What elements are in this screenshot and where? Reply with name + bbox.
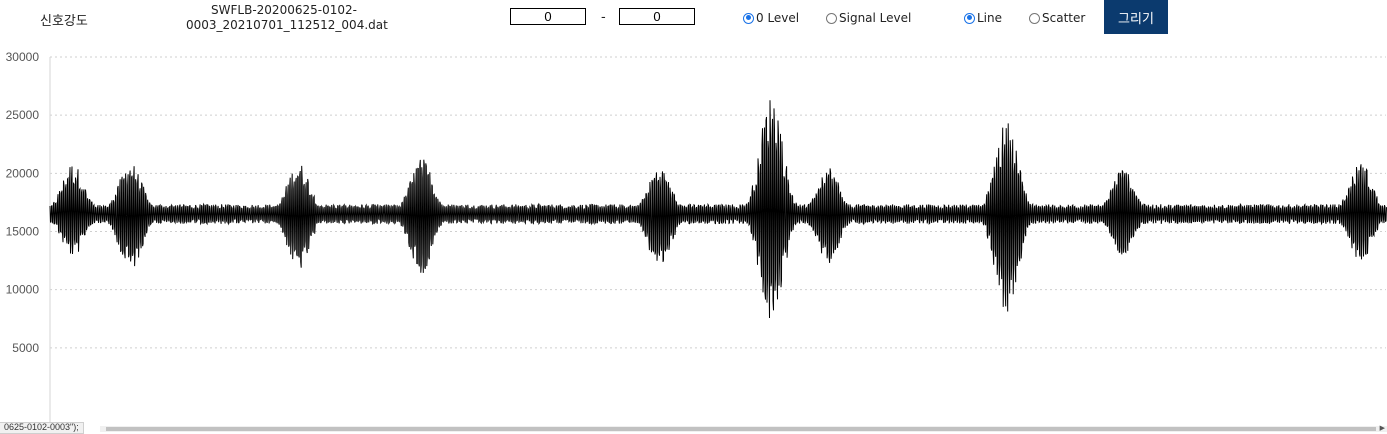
zero-level-radio[interactable]: 0 Level <box>743 11 799 25</box>
scatter-radio-indicator[interactable] <box>1029 12 1040 24</box>
y-tick-label-20000: 20000 <box>6 166 40 180</box>
draw-button[interactable]: 그리기 <box>1104 0 1168 34</box>
y-tick-label-15000: 15000 <box>6 225 40 239</box>
signal-series-line <box>49 100 1387 319</box>
range-start-input[interactable] <box>510 8 586 25</box>
chart-gridlines <box>50 56 1386 349</box>
scatter-label: Scatter <box>1042 11 1086 25</box>
scroll-right-arrow-icon[interactable]: ▶ <box>1380 424 1385 432</box>
status-tooltip: 0625-0102-0003"); <box>0 422 84 434</box>
line-radio-indicator[interactable] <box>964 12 975 24</box>
y-tick-label-10000: 10000 <box>6 283 40 297</box>
signal-level-label: Signal Level <box>839 11 912 25</box>
y-tick-label-25000: 25000 <box>6 108 40 122</box>
line-radio[interactable]: Line <box>964 11 1002 25</box>
line-label: Line <box>977 11 1003 25</box>
y-tick-label-30000: 30000 <box>6 50 40 64</box>
toolbar: 신호강도 SWFLB-20200625-0102- 0003_20210701_… <box>0 0 1387 44</box>
zero-level-radio-indicator[interactable] <box>743 12 754 24</box>
zero-level-label: 0 Level <box>756 11 800 25</box>
signal-level-radio-indicator[interactable] <box>826 12 837 24</box>
scatter-radio[interactable]: Scatter <box>1029 11 1085 25</box>
horizontal-scrollbar[interactable]: ▶ <box>100 424 1387 432</box>
signal-strength-label: 신호강도 <box>40 14 88 29</box>
scrollbar-thumb[interactable] <box>106 427 1376 431</box>
file-name: SWFLB-20200625-0102- 0003_20210701_11251… <box>186 3 388 33</box>
range-separator: - <box>601 10 606 25</box>
signal-chart: 5000 10000 15000 20000 25000 30000 <box>6 50 1387 422</box>
range-end-input[interactable] <box>619 8 695 25</box>
signal-level-radio[interactable]: Signal Level <box>826 11 911 25</box>
file-name-line-2: 0003_20210701_112512_004.dat <box>186 18 388 32</box>
y-tick-label-5000: 5000 <box>12 341 39 355</box>
file-name-line-1: SWFLB-20200625-0102- <box>211 3 357 17</box>
y-axis-ticks: 5000 10000 15000 20000 25000 30000 <box>6 50 40 355</box>
